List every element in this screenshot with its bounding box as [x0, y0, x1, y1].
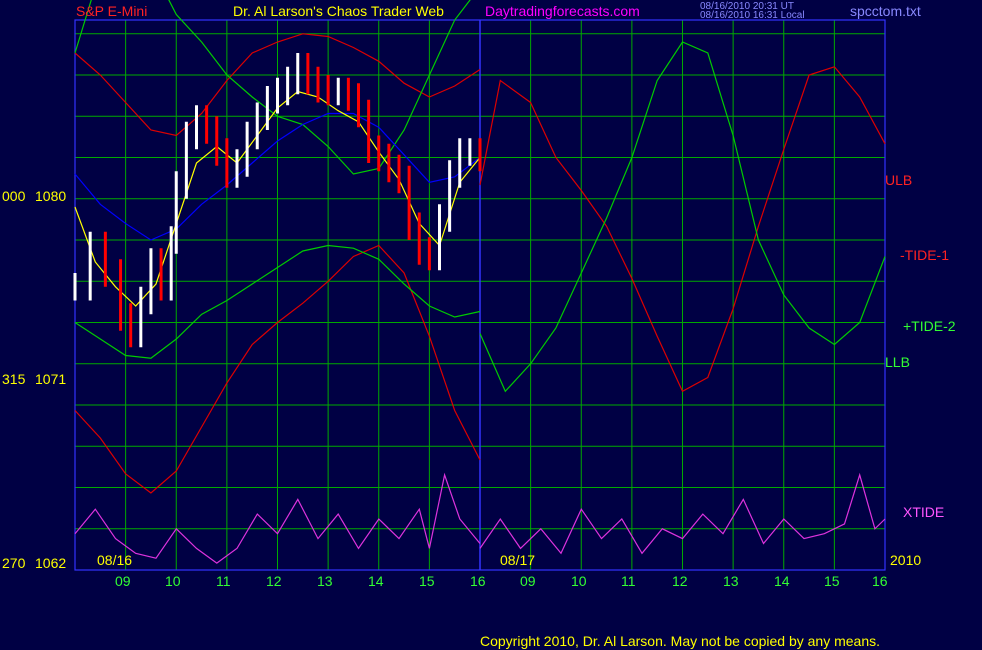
y-tick-left-1062: 270	[2, 555, 26, 571]
legend-tide2: +TIDE-2	[903, 318, 956, 334]
x-tick-d1-10: 10	[165, 573, 181, 589]
x-tick-d1-09: 09	[115, 573, 131, 589]
date-label-day2: 08/17	[500, 552, 536, 568]
x-tick-d2-16: 16	[872, 573, 888, 589]
symbol-title: S&P E-Mini	[76, 3, 148, 19]
site-link[interactable]: Daytradingforecasts.com	[485, 3, 640, 19]
x-tick-d1-16: 16	[470, 573, 486, 589]
year-label: 2010	[890, 552, 922, 568]
x-tick-d2-10: 10	[571, 573, 587, 589]
legend-tide1: -TIDE-1	[900, 247, 949, 263]
x-tick-d2-14: 14	[774, 573, 790, 589]
date-label-day1: 08/16	[97, 552, 133, 568]
chaos-trader-chart	[0, 0, 982, 650]
x-tick-d1-13: 13	[317, 573, 333, 589]
x-tick-d2-15: 15	[824, 573, 840, 589]
x-tick-d2-12: 12	[672, 573, 688, 589]
y-tick-right-1071: 1071	[35, 371, 67, 387]
x-tick-d1-12: 12	[266, 573, 282, 589]
legend-ulb: ULB	[885, 172, 913, 188]
x-tick-d1-14: 14	[368, 573, 384, 589]
timestamp-local: 08/16/2010 16:31 Local	[700, 10, 805, 21]
y-tick-right-1062: 1062	[35, 555, 67, 571]
y-tick-left-1080: 000	[2, 188, 26, 204]
x-tick-d2-11: 11	[621, 573, 636, 589]
y-tick-right-1080: 1080	[35, 188, 67, 204]
x-tick-d2-13: 13	[723, 573, 739, 589]
x-tick-d1-11: 11	[216, 573, 231, 589]
copyright-notice: Copyright 2010, Dr. Al Larson. May not b…	[480, 633, 881, 649]
data-filename: spcctom.txt	[850, 3, 921, 19]
chart-title: Dr. Al Larson's Chaos Trader Web	[233, 3, 444, 19]
x-tick-d2-09: 09	[520, 573, 536, 589]
legend-llb: LLB	[885, 354, 910, 370]
legend-xtide: XTIDE	[903, 504, 945, 520]
y-tick-left-1071: 315	[2, 371, 26, 387]
x-tick-d1-15: 15	[419, 573, 435, 589]
